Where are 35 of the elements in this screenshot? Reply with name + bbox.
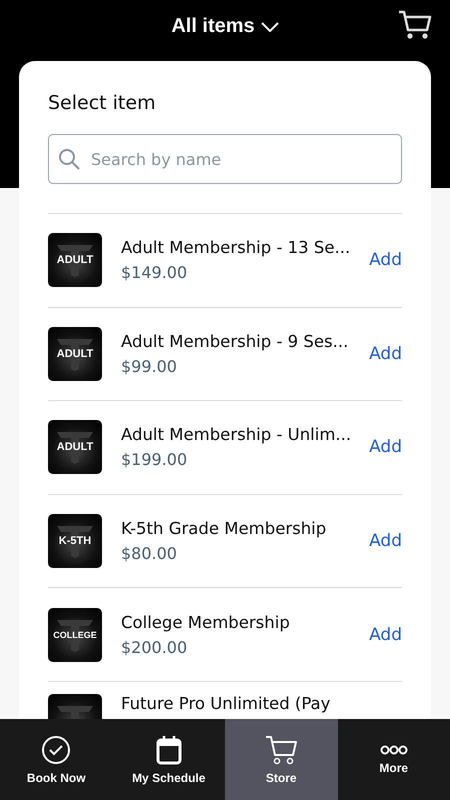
category-dropdown[interactable]: All items [171, 15, 279, 38]
cart-icon [265, 734, 298, 764]
logo [57, 430, 93, 464]
item-name: Future Pro Unlimited (Pay [121, 694, 332, 713]
tab[interactable]: Store [225, 719, 338, 800]
badge-label: ADULT [56, 441, 94, 454]
badge-label: ADULT [56, 348, 94, 360]
chevron-down-icon [260, 22, 279, 32]
calendar-icon [156, 734, 182, 764]
item-price: $200.00 [121, 638, 188, 657]
search-field[interactable]: Search by name [48, 134, 402, 184]
item-price: $199.00 [121, 450, 188, 470]
item-price: $149.00 [121, 263, 188, 282]
item-price: $80.00 [121, 544, 178, 564]
add-button[interactable]: Add [369, 344, 402, 364]
add-button[interactable]: Add [369, 531, 402, 552]
item-name: Adult Membership - 9 Ses... [121, 332, 350, 351]
badge-label: COLLEGE [53, 630, 97, 640]
check-circle-icon [41, 734, 72, 764]
item-name: K-5th Grade Membership [121, 519, 328, 538]
item-name: College Membership [121, 612, 291, 632]
logo [57, 336, 93, 371]
item-name: Adult Membership - 13 Se... [121, 238, 350, 258]
badge-label: K-5TH [58, 535, 92, 548]
badge-label: ADULT [56, 254, 94, 266]
add-button[interactable]: Add [369, 437, 402, 458]
more-icon [380, 744, 408, 754]
card-title: Select item [48, 92, 157, 114]
add-button[interactable]: Add [369, 624, 402, 645]
logo [57, 524, 93, 558]
logo [57, 243, 93, 278]
item-price: $99.00 [121, 356, 178, 376]
add-button[interactable]: Add [369, 250, 402, 270]
item-name: Adult Membership - Unlim... [121, 425, 350, 444]
cart-icon[interactable] [398, 10, 432, 40]
